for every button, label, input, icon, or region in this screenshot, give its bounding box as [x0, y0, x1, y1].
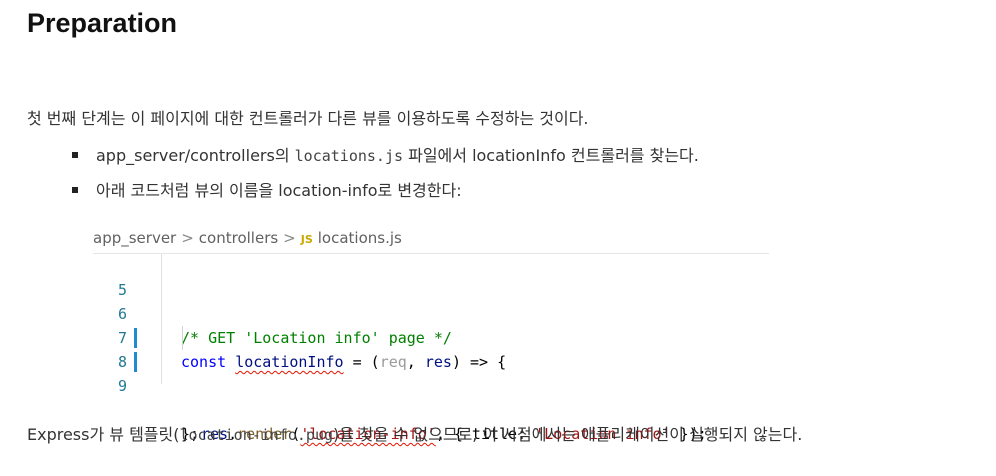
indent-guide: [182, 326, 183, 350]
code-line-8: 8 res.render('location-info', { title: '…: [93, 326, 769, 443]
editor-breadcrumb: app_server > controllers > JS locations.js: [93, 229, 402, 247]
inline-code-filename: locations.js: [294, 147, 404, 165]
change-marker: [134, 328, 137, 348]
code-line-7: 7 const locationInfo = (req, res) => {: [93, 302, 769, 371]
inline-code-template: location-info.pug: [179, 426, 334, 444]
footer-text-pre: Express가 뷰 템플릿(: [27, 425, 180, 444]
bullet-text-post: 파일에서 locationInfo 컨트롤러를 찾는다.: [403, 146, 699, 165]
footer-paragraph: Express가 뷰 템플릿(location-info.pug)을 찾을 수 …: [27, 424, 987, 446]
footer-text-post: )을 찾을 수 없으므로, 이 시점에서는 애플리케이션이 실행되지 않는다.: [333, 425, 803, 444]
breadcrumb-separator: >: [181, 229, 194, 247]
breadcrumb-separator: >: [283, 229, 296, 247]
change-marker: [134, 352, 137, 372]
bullet-text-pre: app_server/controllers의: [96, 146, 295, 165]
intro-paragraph: 첫 번째 단계는 이 페이지에 대한 컨트롤러가 다른 뷰를 이용하도록 수정하…: [27, 109, 589, 128]
bullet-text: 아래 코드처럼 뷰의 이름을 location-info로 변경한다:: [96, 181, 462, 200]
breadcrumb-file[interactable]: locations.js: [318, 229, 402, 247]
line-number: 9: [117, 377, 127, 395]
code-line-6: 6 /* GET 'Location info' page */: [93, 278, 769, 347]
breadcrumb-folder-controllers[interactable]: controllers: [199, 229, 278, 247]
breadcrumb-folder-app-server[interactable]: app_server: [93, 229, 176, 247]
section-heading: Preparation: [27, 8, 178, 38]
code-editor[interactable]: 5 6 /* GET 'Location info' page */ 7 con…: [93, 253, 769, 443]
code-line-5: 5: [93, 254, 769, 299]
bullet-item-1: app_server/controllers의 locations.js 파일에…: [72, 142, 699, 166]
bullet-marker: [72, 151, 78, 158]
bullet-item-2: 아래 코드처럼 뷰의 이름을 location-info로 변경한다:: [72, 177, 462, 201]
js-file-icon: JS: [300, 233, 313, 246]
code-line-9: 9 };: [93, 350, 769, 443]
bullet-marker: [72, 186, 78, 193]
